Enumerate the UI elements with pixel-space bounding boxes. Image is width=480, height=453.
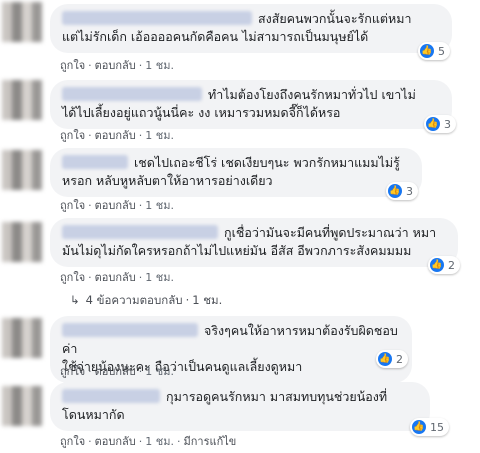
reply-link[interactable]: ตอบกลับ (95, 59, 136, 72)
like-link[interactable]: ถูกใจ (60, 129, 85, 142)
edited-label[interactable]: มีการแก้ไข (183, 435, 236, 448)
avatar[interactable] (2, 222, 42, 262)
comment-actions: ถูกใจ · ตอบกลับ · 1 ชม. (60, 365, 174, 378)
reply-link[interactable]: ตอบกลับ (95, 365, 136, 378)
reaction-count[interactable]: 👍 3 (424, 115, 456, 133)
reaction-count[interactable]: 👍 2 (428, 256, 460, 274)
avatar[interactable] (2, 318, 42, 358)
avatar[interactable] (2, 80, 42, 120)
reply-link[interactable]: ตอบกลับ (95, 435, 136, 448)
comment-actions: ถูกใจ · ตอบกลับ · 1 ชม. (60, 129, 174, 142)
reaction-count[interactable]: 👍 5 (418, 42, 450, 60)
view-replies-link[interactable]: ↳ 4 ข้อความตอบกลับ · 1 ชม. (70, 292, 222, 310)
like-link[interactable]: ถูกใจ (60, 199, 85, 212)
like-icon: 👍 (420, 44, 434, 58)
timestamp[interactable]: 1 ชม. (145, 271, 174, 284)
comment-bubble: กูเชื่อว่ามันจะมีคนที่พูดประมาณว่า หมา ม… (50, 218, 458, 267)
timestamp[interactable]: 1 ชม. (145, 365, 174, 378)
timestamp[interactable]: 1 ชม. (145, 199, 174, 212)
avatar[interactable] (2, 386, 42, 426)
avatar[interactable] (2, 2, 42, 42)
like-icon: 👍 (412, 420, 426, 434)
reply-link[interactable]: ตอบกลับ (95, 199, 136, 212)
like-link[interactable]: ถูกใจ (60, 271, 85, 284)
like-icon: 👍 (388, 184, 402, 198)
like-link[interactable]: ถูกใจ (60, 435, 85, 448)
comment-actions: ถูกใจ · ตอบกลับ · 1 ชม. (60, 59, 174, 72)
commenter-name[interactable] (62, 87, 202, 101)
comment-actions: ถูกใจ · ตอบกลับ · 1 ชม. (60, 199, 174, 212)
comment-actions: ถูกใจ · ตอบกลับ · 1 ชม. (60, 271, 174, 284)
like-icon: 👍 (430, 258, 444, 272)
commenter-name[interactable] (62, 11, 252, 25)
like-icon: 👍 (426, 117, 440, 131)
commenter-name[interactable] (62, 323, 198, 337)
comment-bubble: เชดไปเถอะชีโร่ เชดเงียบๆนะ พวกรักหมาแมมไ… (50, 148, 422, 197)
comment-actions: ถูกใจ · ตอบกลับ · 1 ชม. · มีการแก้ไข (60, 435, 237, 448)
reaction-count[interactable]: 👍 2 (376, 350, 408, 368)
commenter-name[interactable] (62, 225, 218, 239)
timestamp[interactable]: 1 ชม. (145, 129, 174, 142)
comment-bubble: กุมารอดูคนรักหมา มาสมทบทุนช่วยน้องที่ โด… (50, 382, 430, 431)
like-link[interactable]: ถูกใจ (60, 365, 85, 378)
reply-link[interactable]: ตอบกลับ (95, 129, 136, 142)
reply-arrow-icon: ↳ (70, 293, 80, 307)
commenter-name[interactable] (62, 389, 160, 403)
like-link[interactable]: ถูกใจ (60, 59, 85, 72)
commenter-name[interactable] (62, 155, 128, 169)
reaction-count[interactable]: 👍 15 (410, 418, 449, 436)
timestamp[interactable]: 1 ชม. (145, 59, 174, 72)
timestamp[interactable]: 1 ชม. (145, 435, 174, 448)
reply-link[interactable]: ตอบกลับ (95, 271, 136, 284)
comment-bubble: ทำไมต้องโยงถึงคนรักหมาทั่วไป เขาไม่ ได้ไ… (50, 80, 452, 129)
avatar[interactable] (2, 150, 42, 190)
like-icon: 👍 (378, 352, 392, 366)
comment-bubble: สงสัยคนพวกนั้นจะรักแต่หมา แต่ไม่รักเด็ก … (50, 4, 452, 53)
reaction-count[interactable]: 👍 3 (386, 182, 418, 200)
